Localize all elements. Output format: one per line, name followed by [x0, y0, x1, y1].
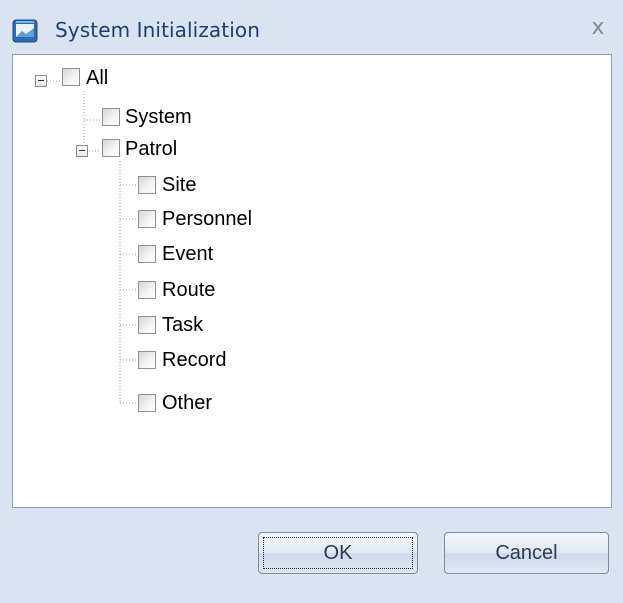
checkbox-task[interactable] — [138, 316, 156, 334]
tree-label-all: All — [86, 67, 109, 89]
tree-label-other: Other — [162, 392, 213, 414]
tree-label-task: Task — [162, 314, 204, 336]
collapse-patrol-toggle[interactable] — [76, 145, 88, 157]
tree-label-event: Event — [162, 243, 214, 265]
checkbox-patrol[interactable] — [102, 139, 120, 157]
tree-label-personnel: Personnel — [162, 208, 253, 230]
checkbox-site[interactable] — [138, 176, 156, 194]
tree-label-site: Site — [162, 174, 197, 196]
checkbox-record[interactable] — [138, 351, 156, 369]
cancel-button-label: Cancel — [495, 542, 558, 564]
close-icon[interactable]: x — [586, 16, 610, 40]
tree-label-system: System — [125, 106, 192, 128]
checkbox-route[interactable] — [138, 281, 156, 299]
ok-button[interactable]: OK — [258, 532, 418, 574]
checkbox-event[interactable] — [138, 245, 156, 263]
cancel-button[interactable]: Cancel — [444, 532, 609, 574]
title-bar[interactable]: System Initialization x — [0, 0, 623, 52]
checkbox-all[interactable] — [62, 68, 80, 86]
tree-label-record: Record — [162, 349, 227, 371]
category-tree[interactable]: All System Patrol Site Personnel Event R… — [12, 54, 612, 508]
tree-label-route: Route — [162, 279, 216, 301]
window-title: System Initialization — [55, 18, 261, 42]
checkbox-other[interactable] — [138, 394, 156, 412]
checkbox-personnel[interactable] — [138, 210, 156, 228]
checkbox-system[interactable] — [102, 108, 120, 126]
collapse-all-toggle[interactable] — [35, 75, 47, 87]
focus-rectangle — [263, 537, 413, 569]
app-window-icon — [12, 19, 38, 43]
tree-label-patrol: Patrol — [125, 138, 178, 160]
system-initialization-dialog: System Initialization x All System Patro… — [0, 0, 623, 603]
